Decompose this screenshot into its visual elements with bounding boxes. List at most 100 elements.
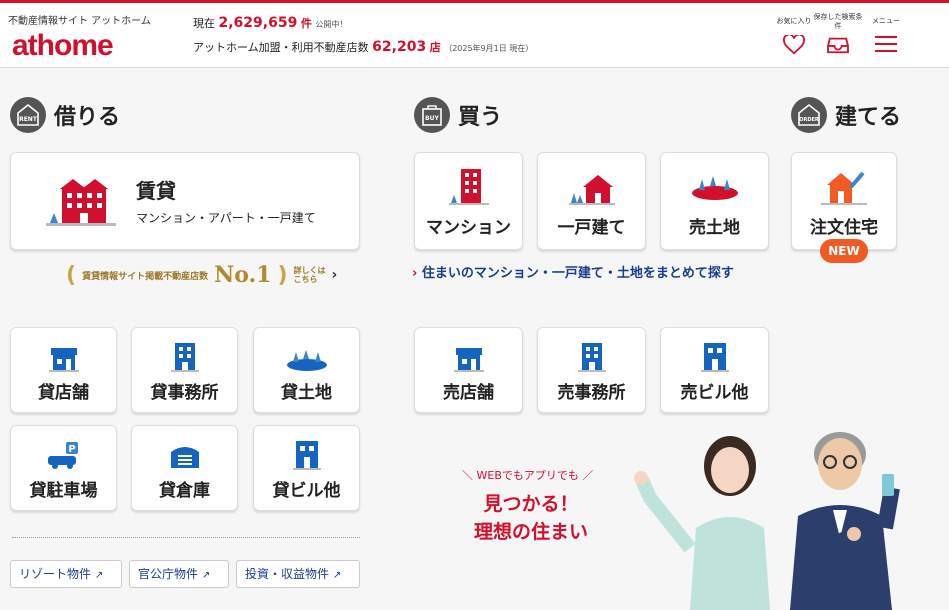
rent-main-card[interactable]: 賃貸 マンション・アパート・一戸建て: [10, 152, 360, 250]
resort-link[interactable]: リゾート物件 ↗: [10, 560, 122, 588]
house-icon: [568, 175, 615, 205]
land-icon: [691, 176, 738, 200]
rent-shop-label: 貸店舗: [38, 383, 89, 403]
athome-logo[interactable]: athome: [12, 29, 114, 63]
buy-all-link-label: 住まいのマンション・一戸建て・土地をまとめて探す: [421, 266, 734, 281]
shop-unit: 店: [429, 41, 441, 54]
rent-warehouse-label: 貸倉庫: [159, 481, 210, 501]
saved-search-button[interactable]: 保存した検索条件: [813, 13, 863, 59]
office-building-icon: [577, 343, 606, 372]
chevron-right-icon: ›: [331, 267, 338, 283]
resort-link-label: リゾート物件: [19, 567, 92, 581]
svg-text:ORDER: ORDER: [799, 117, 819, 123]
rent-card-shop[interactable]: 貸店舗: [10, 327, 117, 413]
no1-more-link[interactable]: 詳しくはこちら: [294, 266, 326, 284]
buy-land-label: 売土地: [689, 218, 740, 238]
chevron-right-icon: ›: [412, 266, 418, 281]
menu-button[interactable]: メニュー: [859, 13, 913, 57]
custom-house-pencil-icon: [821, 171, 867, 205]
rent-land-label: 貸土地: [281, 383, 332, 403]
public-link-label: 官公庁物件: [138, 567, 199, 581]
buy-title: 買う: [458, 105, 503, 130]
laurel-right-icon: ): [277, 262, 288, 288]
svg-text:P: P: [68, 444, 75, 455]
buy-all-link[interactable]: › 住まいのマンション・一戸建て・土地をまとめて探す: [412, 262, 734, 281]
promo-subtitle: ＼ WEBでもアプリでも ／: [462, 469, 594, 482]
buy-section-title: BUY 買う: [414, 97, 502, 133]
build-custom-house-label: 注文住宅: [810, 218, 878, 238]
rent-card-parking[interactable]: P 貸駐車場: [10, 425, 117, 511]
office-building-icon: [170, 343, 199, 372]
buy-card-house[interactable]: 一戸建て: [537, 152, 646, 250]
svg-text:RENT: RENT: [19, 116, 38, 123]
building-icon: [700, 343, 729, 372]
laurel-left-icon: (: [66, 262, 77, 288]
listing-suffix: 公開中！: [315, 20, 348, 29]
inbox-icon: [827, 37, 849, 54]
apartment-icon: [46, 179, 116, 226]
shop-icon: [453, 348, 484, 372]
sale-card-shop[interactable]: 売店舗: [414, 327, 523, 413]
promo-line1: 見つかる！: [483, 493, 579, 515]
public-property-link[interactable]: 官公庁物件 ↗: [129, 560, 229, 588]
build-title: 建てる: [835, 105, 902, 130]
sale-building-label: 売ビル他: [680, 383, 749, 403]
no1-badge[interactable]: ( 賃貸情報サイト掲載不動産店数 No.1 ) 詳しくはこちら ›: [66, 262, 337, 288]
favorites-label: お気に入り: [776, 17, 812, 25]
listing-counts: 現在 2,629,659 件 公開中！ アットホーム加盟・利用不動産店数 62,…: [193, 15, 533, 55]
parking-car-icon: P: [47, 442, 78, 469]
promo-sub-text: WEBでもアプリでも: [476, 469, 579, 482]
rent-main-subtitle: マンション・アパート・一戸建て: [136, 211, 316, 225]
site-tagline: 不動産情報サイト アットホーム: [8, 16, 151, 27]
mansion-icon: [448, 169, 489, 205]
external-link-icon: ↗: [332, 570, 342, 581]
build-order-icon: ORDER: [791, 97, 827, 133]
external-link-icon: ↗: [94, 570, 104, 581]
shop-icon: [48, 348, 79, 372]
buy-mansion-label: マンション: [426, 218, 511, 238]
rent-section-title: RENT 借りる: [10, 97, 120, 133]
listing-unit: 件: [300, 17, 312, 30]
investment-link-label: 投資・収益物件: [245, 567, 330, 581]
rent-title: 借りる: [54, 105, 121, 130]
site-header: 不動産情報サイト アットホーム athome 現在 2,629,659 件 公開…: [0, 0, 949, 68]
rent-card-building[interactable]: 貸ビル他: [253, 425, 360, 511]
svg-text:BUY: BUY: [425, 115, 439, 122]
divider: [12, 537, 360, 538]
warehouse-icon: [170, 447, 199, 468]
count-prefix: 現在: [193, 17, 215, 30]
rent-card-office[interactable]: 貸事務所: [131, 327, 238, 413]
no1-rank: No.1: [214, 262, 272, 288]
build-section-title: ORDER 建てる: [791, 97, 901, 133]
sale-card-building[interactable]: 売ビル他: [660, 327, 769, 413]
rent-card-warehouse[interactable]: 貸倉庫: [131, 425, 238, 511]
building-icon: [292, 441, 321, 470]
buy-card-mansion[interactable]: マンション: [414, 152, 523, 250]
rent-parking-label: 貸駐車場: [29, 481, 98, 501]
land-icon: [286, 350, 327, 371]
investment-link[interactable]: 投資・収益物件 ↗: [236, 560, 360, 588]
buy-bag-icon: BUY: [414, 97, 450, 133]
promo-headline: 見つかる！ 理想の住まい: [452, 490, 610, 546]
sale-office-label: 売事務所: [557, 383, 626, 403]
external-link-icon: ↗: [201, 570, 211, 581]
rent-office-label: 貸事務所: [150, 383, 219, 403]
rent-card-land[interactable]: 貸土地: [253, 327, 360, 413]
header-actions: お気に入り 保存した検索条件 メニュー: [769, 13, 949, 63]
menu-icon: [875, 36, 897, 52]
rent-building-label: 貸ビル他: [272, 481, 341, 501]
promo-line2: 理想の住まい: [473, 521, 588, 543]
sale-shop-label: 売店舗: [443, 383, 494, 403]
favorites-button[interactable]: お気に入り: [769, 13, 819, 59]
shop-count: 62,203: [372, 39, 427, 55]
menu-label: メニュー: [872, 17, 900, 25]
build-card-custom-house[interactable]: 注文住宅: [791, 152, 897, 250]
listing-count: 2,629,659: [218, 15, 298, 31]
sale-card-office[interactable]: 売事務所: [537, 327, 646, 413]
no1-text: 賃貸情報サイト掲載不動産店数: [82, 271, 209, 282]
new-badge: NEW: [820, 239, 868, 263]
date-note: （2025年9月1日 現在）: [444, 44, 534, 53]
rent-house-icon: RENT: [10, 97, 46, 133]
promo-people-image: [634, 432, 900, 610]
buy-card-land[interactable]: 売土地: [660, 152, 769, 250]
